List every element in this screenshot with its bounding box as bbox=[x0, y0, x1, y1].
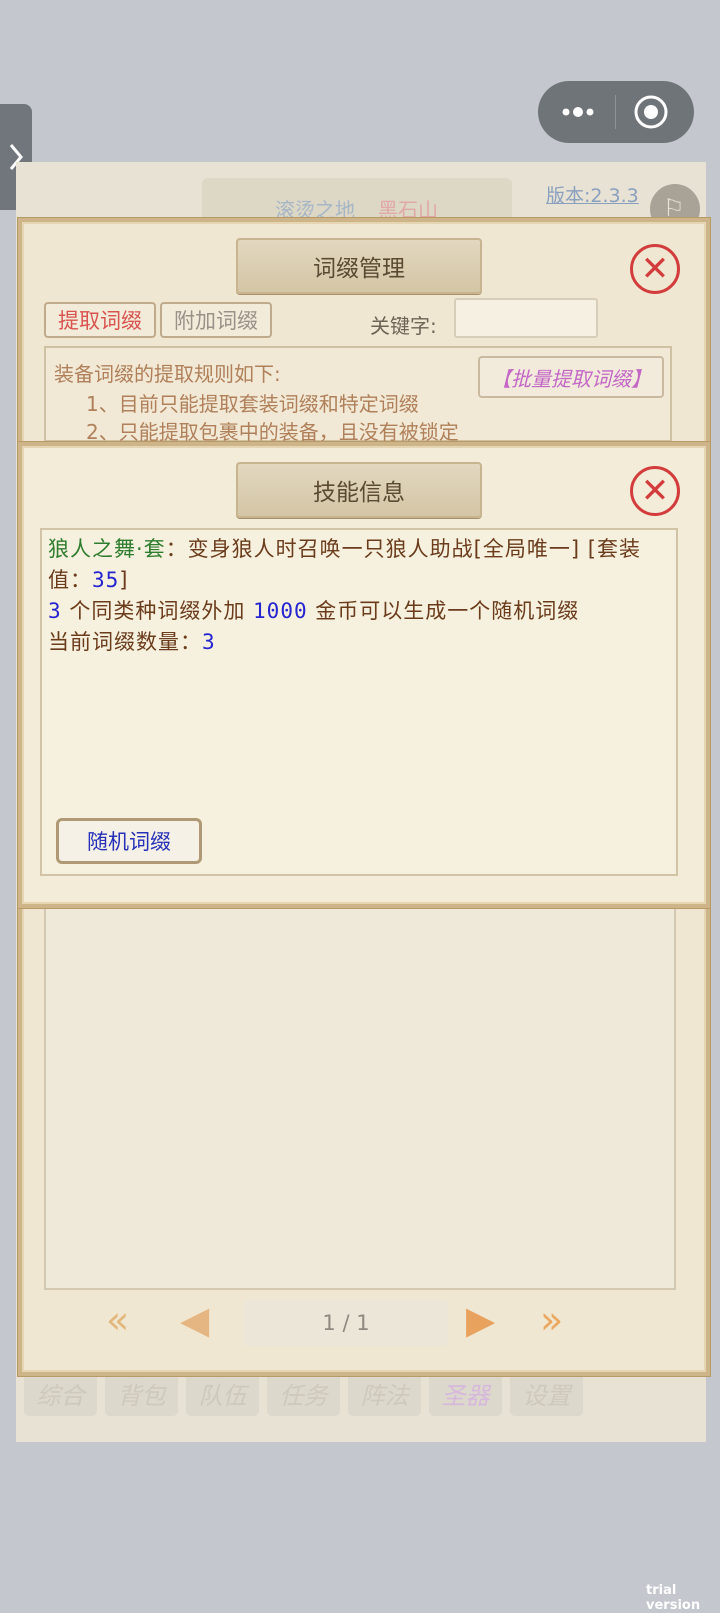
affix-list-area bbox=[44, 898, 676, 1290]
affix-panel-title: 词缀管理 bbox=[236, 238, 482, 294]
nav-item-settings[interactable]: 设置 bbox=[510, 1370, 583, 1416]
affix-name: 狼人之舞·套 bbox=[48, 537, 166, 561]
version-link[interactable]: 版本:2.3.3 bbox=[546, 181, 639, 208]
batch-extract-button[interactable]: 【批量提取词缀】 bbox=[478, 356, 664, 398]
cost-line: 3 个同类种词缀外加 1000 金币可以生成一个随机词缀 bbox=[48, 596, 670, 627]
set-value-close: ] bbox=[119, 568, 129, 592]
mini-program-capsule bbox=[538, 81, 694, 143]
bottom-nav: 综合 背包 队伍 任务 阵法 圣器 设置 bbox=[24, 1370, 583, 1416]
keyword-input[interactable] bbox=[454, 298, 598, 338]
rule-line-1: 1、目前只能提取套装词缀和特定词缀 bbox=[86, 392, 419, 416]
cost-tail-text: 金币可以生成一个随机词缀 bbox=[315, 599, 580, 623]
trial-watermark: trial version bbox=[646, 1583, 701, 1613]
rules-title: 装备词缀的提取规则如下: bbox=[54, 362, 281, 386]
skill-info-text: 狼人之舞·套：变身狼人时召唤一只狼人助战[全局唯一] [套装值：35] 3 个同… bbox=[48, 534, 670, 658]
nav-item-team[interactable]: 队伍 bbox=[186, 1370, 259, 1416]
page-indicator: 1 / 1 bbox=[244, 1300, 448, 1346]
current-count-label: 当前词缀数量： bbox=[48, 630, 202, 654]
prev-page-icon[interactable]: ◀ bbox=[180, 1301, 209, 1339]
nav-item-overview[interactable]: 综合 bbox=[24, 1370, 97, 1416]
skill-info-close-button[interactable]: ✕ bbox=[630, 466, 680, 516]
ellipsis-icon[interactable] bbox=[560, 100, 596, 124]
last-page-icon[interactable]: » bbox=[540, 1301, 563, 1339]
nav-item-bag[interactable]: 背包 bbox=[105, 1370, 178, 1416]
set-value: 35 bbox=[92, 568, 120, 592]
affix-panel-close-button[interactable]: ✕ bbox=[630, 244, 680, 294]
tab-attach-affix[interactable]: 附加词缀 bbox=[160, 302, 272, 338]
random-affix-button[interactable]: 随机词缀 bbox=[56, 818, 202, 864]
tab-extract-affix[interactable]: 提取词缀 bbox=[44, 302, 156, 338]
current-count-value: 3 bbox=[202, 630, 216, 654]
nav-item-artifact[interactable]: 圣器 bbox=[429, 1370, 502, 1416]
close-icon: ✕ bbox=[640, 471, 670, 511]
rule-line-2: 2、只能提取包裹中的装备，且没有被锁定 bbox=[86, 420, 459, 444]
capsule-divider bbox=[615, 95, 616, 129]
keyword-label: 关键字: bbox=[370, 314, 437, 338]
current-count-line: 当前词缀数量：3 bbox=[48, 627, 670, 658]
cost-mid-text: 个同类种词缀外加 bbox=[69, 599, 246, 623]
cost-gold: 1000 bbox=[253, 599, 308, 623]
close-icon: ✕ bbox=[640, 249, 670, 289]
first-page-icon[interactable]: « bbox=[106, 1301, 129, 1339]
target-circle-icon[interactable] bbox=[633, 94, 669, 130]
nav-item-formation[interactable]: 阵法 bbox=[348, 1370, 421, 1416]
nav-item-quest[interactable]: 任务 bbox=[267, 1370, 340, 1416]
next-page-icon[interactable]: ▶ bbox=[466, 1301, 495, 1339]
cost-affix-count: 3 bbox=[48, 599, 62, 623]
affix-description: 狼人之舞·套：变身狼人时召唤一只狼人助战[全局唯一] [套装值：35] bbox=[48, 534, 670, 596]
skill-info-title: 技能信息 bbox=[236, 462, 482, 518]
